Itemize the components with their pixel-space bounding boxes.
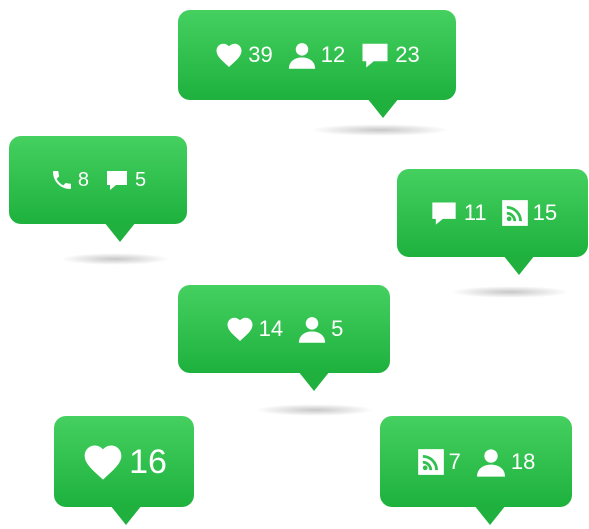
followers-stat: 5: [297, 314, 343, 344]
bubble-pointer: [110, 505, 142, 525]
rss-stat: 7: [417, 448, 461, 476]
user-icon: [287, 40, 317, 70]
comments-stat: 5: [103, 168, 146, 192]
bubble-body: 39 12 23: [178, 10, 456, 100]
stat-value: 23: [395, 42, 420, 67]
stat-value: 11: [463, 200, 487, 225]
bubble-pointer: [474, 505, 506, 525]
rss-stat: 15: [501, 199, 557, 227]
user-icon: [297, 314, 327, 344]
bubble-body: 11 15: [397, 169, 588, 257]
followers-stat: 18: [475, 446, 535, 478]
stat-value: 12: [320, 42, 346, 67]
stat-value: 39: [248, 42, 273, 67]
rss-icon: [417, 448, 445, 476]
notification-bubble: 39 12 23: [178, 10, 456, 122]
bubble-shadow: [60, 253, 170, 265]
followers-stat: 12: [287, 40, 345, 70]
bubble-pointer: [503, 255, 535, 275]
stat-value: 7: [448, 448, 461, 474]
stat-value: 16: [129, 442, 167, 481]
stat-value: 14: [258, 316, 284, 341]
likes-stat: 39: [214, 40, 273, 70]
bubble-pointer: [104, 222, 136, 242]
heart-icon: [81, 440, 125, 484]
bubble-body: 16: [54, 416, 194, 507]
user-icon: [475, 446, 507, 478]
notification-bubble: 11 15: [397, 169, 588, 279]
bubble-shadow: [450, 286, 570, 298]
stat-value: 18: [510, 448, 536, 474]
likes-stat: 16: [81, 440, 167, 484]
notification-bubble: 7 18: [380, 416, 572, 529]
comment-icon: [359, 40, 391, 70]
bubble-body: 7 18: [380, 416, 572, 507]
phone-icon: [50, 168, 74, 192]
bubble-shadow: [255, 404, 375, 416]
bubble-body: 14 5: [178, 285, 390, 373]
comment-icon: [103, 168, 131, 192]
bubble-shadow: [310, 124, 450, 136]
notification-bubble: 8 5: [9, 136, 187, 246]
notification-bubble: 16: [54, 416, 194, 529]
likes-stat: 14: [225, 314, 283, 344]
bubble-body: 8 5: [9, 136, 187, 224]
heart-icon: [214, 40, 244, 70]
comments-stat: 23: [359, 40, 420, 70]
stat-value: 15: [532, 200, 558, 225]
bubble-pointer: [367, 98, 399, 118]
stat-value: 5: [331, 316, 344, 341]
rss-icon: [501, 199, 529, 227]
heart-icon: [225, 314, 255, 344]
calls-stat: 8: [50, 168, 89, 192]
bubble-pointer: [298, 371, 330, 391]
comments-stat: 11: [428, 199, 487, 227]
notification-bubble: 14 5: [178, 285, 390, 395]
comment-icon: [428, 199, 460, 227]
stat-value: 8: [77, 169, 89, 191]
stat-value: 5: [135, 169, 147, 191]
